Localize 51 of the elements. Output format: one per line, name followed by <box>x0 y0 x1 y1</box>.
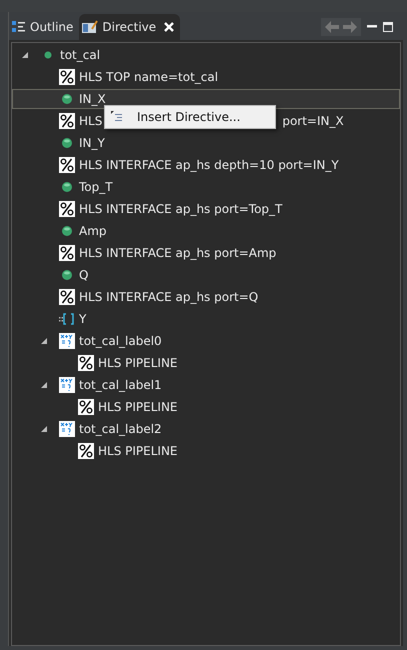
percent-icon <box>59 113 75 129</box>
tab[interactable]: Directive <box>79 14 180 40</box>
close-icon[interactable] <box>164 22 174 32</box>
tree-item[interactable]: Top_T <box>79 180 113 194</box>
tree-item[interactable]: HLS INTERFACE ap_hs port=Amp <box>79 246 276 260</box>
percent-icon <box>59 69 75 85</box>
tree-item[interactable]: port=IN_X <box>282 114 344 128</box>
tree-item[interactable]: tot_cal_label0 <box>79 334 162 348</box>
tree-item[interactable]: HLS PIPELINE <box>98 444 178 458</box>
percent-icon <box>78 399 94 415</box>
tree-item[interactable]: HLS <box>79 114 102 128</box>
dot-icon <box>61 225 73 237</box>
tree-item[interactable]: HLS PIPELINE <box>98 356 178 370</box>
insert-icon <box>111 111 123 123</box>
tab[interactable]: Outline <box>9 14 80 40</box>
tree-item[interactable]: HLS TOP name=tot_cal <box>79 70 218 84</box>
book-icon <box>82 20 98 34</box>
percent-icon <box>59 245 75 261</box>
percent-icon <box>59 157 75 173</box>
tree-item[interactable]: tot_cal <box>60 48 100 62</box>
percent-icon <box>78 443 94 459</box>
loop-icon <box>59 333 75 349</box>
tree-item[interactable]: Y <box>79 312 86 326</box>
dot-icon <box>61 181 73 193</box>
dot-icon <box>61 137 73 149</box>
loop-icon <box>59 377 75 393</box>
expand-icon[interactable] <box>40 425 48 433</box>
loop-icon <box>59 421 75 437</box>
menu-item[interactable]: Insert Directive... <box>105 107 275 127</box>
maximize-icon[interactable] <box>383 22 393 32</box>
tree-item[interactable]: HLS INTERFACE ap_hs depth=10 port=IN_Y <box>79 158 339 172</box>
dot-icon <box>44 51 52 59</box>
percent-icon <box>59 289 75 305</box>
tree-item[interactable]: Q <box>79 268 88 282</box>
tree-item[interactable]: HLS PIPELINE <box>98 400 178 414</box>
percent-icon <box>59 201 75 217</box>
expand-icon[interactable] <box>21 51 29 59</box>
outline-icon <box>12 20 26 34</box>
expand-icon[interactable] <box>40 337 48 345</box>
tree-item[interactable]: IN_X <box>12 89 400 109</box>
tree-item[interactable]: tot_cal_label1 <box>79 378 162 392</box>
expand-icon[interactable] <box>40 381 48 389</box>
tree-item[interactable]: Amp <box>79 224 107 238</box>
array-icon <box>59 313 75 325</box>
percent-icon <box>78 355 94 371</box>
dot-icon <box>61 93 73 105</box>
tree-item[interactable]: IN_Y <box>79 136 105 150</box>
dot-icon <box>61 269 73 281</box>
tree-item[interactable]: HLS INTERFACE ap_hs port=Top_T <box>79 202 282 216</box>
tree-item[interactable]: HLS INTERFACE ap_hs port=Q <box>79 290 258 304</box>
tree-item[interactable]: tot_cal_label2 <box>79 422 162 436</box>
